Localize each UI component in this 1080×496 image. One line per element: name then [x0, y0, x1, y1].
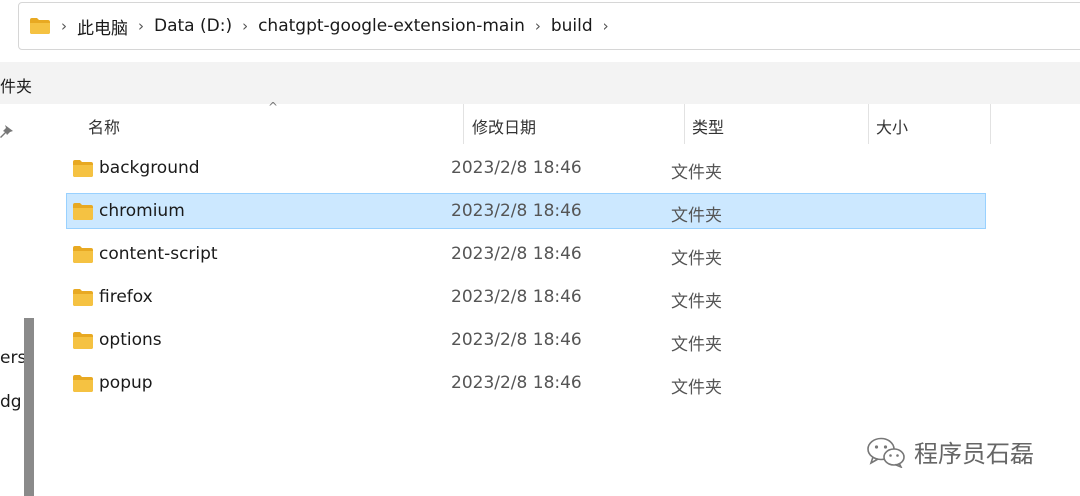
file-name: background	[99, 158, 200, 178]
pin-icon[interactable]	[0, 124, 14, 140]
file-name: content-script	[99, 244, 218, 264]
file-date: 2023/2/8 18:46	[451, 244, 582, 264]
sort-ascending-icon: ^	[268, 100, 279, 114]
breadcrumb-build[interactable]: build	[551, 16, 593, 36]
breadcrumb-drive[interactable]: Data (D:)	[154, 16, 232, 36]
file-name: popup	[99, 373, 153, 393]
address-area: › 此电脑 › Data (D:) › chatgpt-google-exten…	[0, 0, 1080, 62]
column-header-name[interactable]: 名称	[88, 114, 120, 138]
navigation-pane: ers dg	[0, 104, 44, 496]
file-name: options	[99, 330, 162, 350]
file-row-background[interactable]: background 2023/2/8 18:46 文件夹	[66, 150, 986, 186]
toolbar-new-folder-label[interactable]: 件夹	[0, 73, 32, 97]
nav-scrollbar[interactable]	[24, 318, 34, 496]
file-type: 文件夹	[671, 206, 722, 226]
folder-icon	[73, 289, 93, 306]
chevron-right-icon[interactable]: ›	[603, 17, 609, 35]
column-header-type[interactable]: 类型	[692, 114, 724, 138]
folder-icon	[30, 18, 50, 34]
column-divider[interactable]	[990, 104, 991, 144]
column-divider[interactable]	[684, 104, 685, 144]
folder-icon	[73, 160, 93, 177]
column-header-size[interactable]: 大小	[876, 114, 908, 138]
file-type: 文件夹	[671, 163, 722, 183]
file-date: 2023/2/8 18:46	[451, 330, 582, 350]
chevron-right-icon[interactable]: ›	[535, 17, 541, 35]
file-type: 文件夹	[671, 249, 722, 269]
nav-item[interactable]: dg	[0, 392, 22, 412]
folder-icon	[73, 246, 93, 263]
file-row-content-script[interactable]: content-script 2023/2/8 18:46 文件夹	[66, 236, 986, 272]
file-date: 2023/2/8 18:46	[451, 201, 582, 221]
chevron-right-icon[interactable]: ›	[61, 17, 67, 35]
file-date: 2023/2/8 18:46	[451, 158, 582, 178]
file-name: firefox	[99, 287, 153, 307]
file-row-firefox[interactable]: firefox 2023/2/8 18:46 文件夹	[66, 279, 986, 315]
watermark: 程序员石磊	[866, 434, 1034, 469]
column-header-date[interactable]: 修改日期	[472, 114, 536, 138]
column-divider[interactable]	[463, 104, 464, 144]
file-type: 文件夹	[671, 292, 722, 312]
chevron-right-icon[interactable]: ›	[138, 17, 144, 35]
watermark-text: 程序员石磊	[914, 440, 1034, 468]
file-date: 2023/2/8 18:46	[451, 373, 582, 393]
file-date: 2023/2/8 18:46	[451, 287, 582, 307]
file-name: chromium	[99, 201, 185, 221]
file-row-options[interactable]: options 2023/2/8 18:46 文件夹	[66, 322, 986, 358]
folder-icon	[73, 203, 93, 220]
column-header-row: ^ 名称 修改日期 类型 大小	[44, 100, 1080, 144]
folder-icon	[73, 332, 93, 349]
chevron-right-icon[interactable]: ›	[242, 17, 248, 35]
nav-item[interactable]: ers	[0, 348, 26, 368]
file-type: 文件夹	[671, 378, 722, 398]
address-bar[interactable]: › 此电脑 › Data (D:) › chatgpt-google-exten…	[18, 2, 1080, 50]
breadcrumb-project[interactable]: chatgpt-google-extension-main	[258, 16, 525, 36]
column-divider[interactable]	[868, 104, 869, 144]
toolbar: 件夹	[0, 62, 1080, 104]
file-row-chromium[interactable]: chromium 2023/2/8 18:46 文件夹	[66, 193, 986, 229]
file-row-popup[interactable]: popup 2023/2/8 18:46 文件夹	[66, 365, 986, 401]
wechat-icon	[867, 437, 905, 468]
folder-icon	[73, 375, 93, 392]
breadcrumb-this-pc[interactable]: 此电脑	[77, 14, 128, 39]
file-type: 文件夹	[671, 335, 722, 355]
